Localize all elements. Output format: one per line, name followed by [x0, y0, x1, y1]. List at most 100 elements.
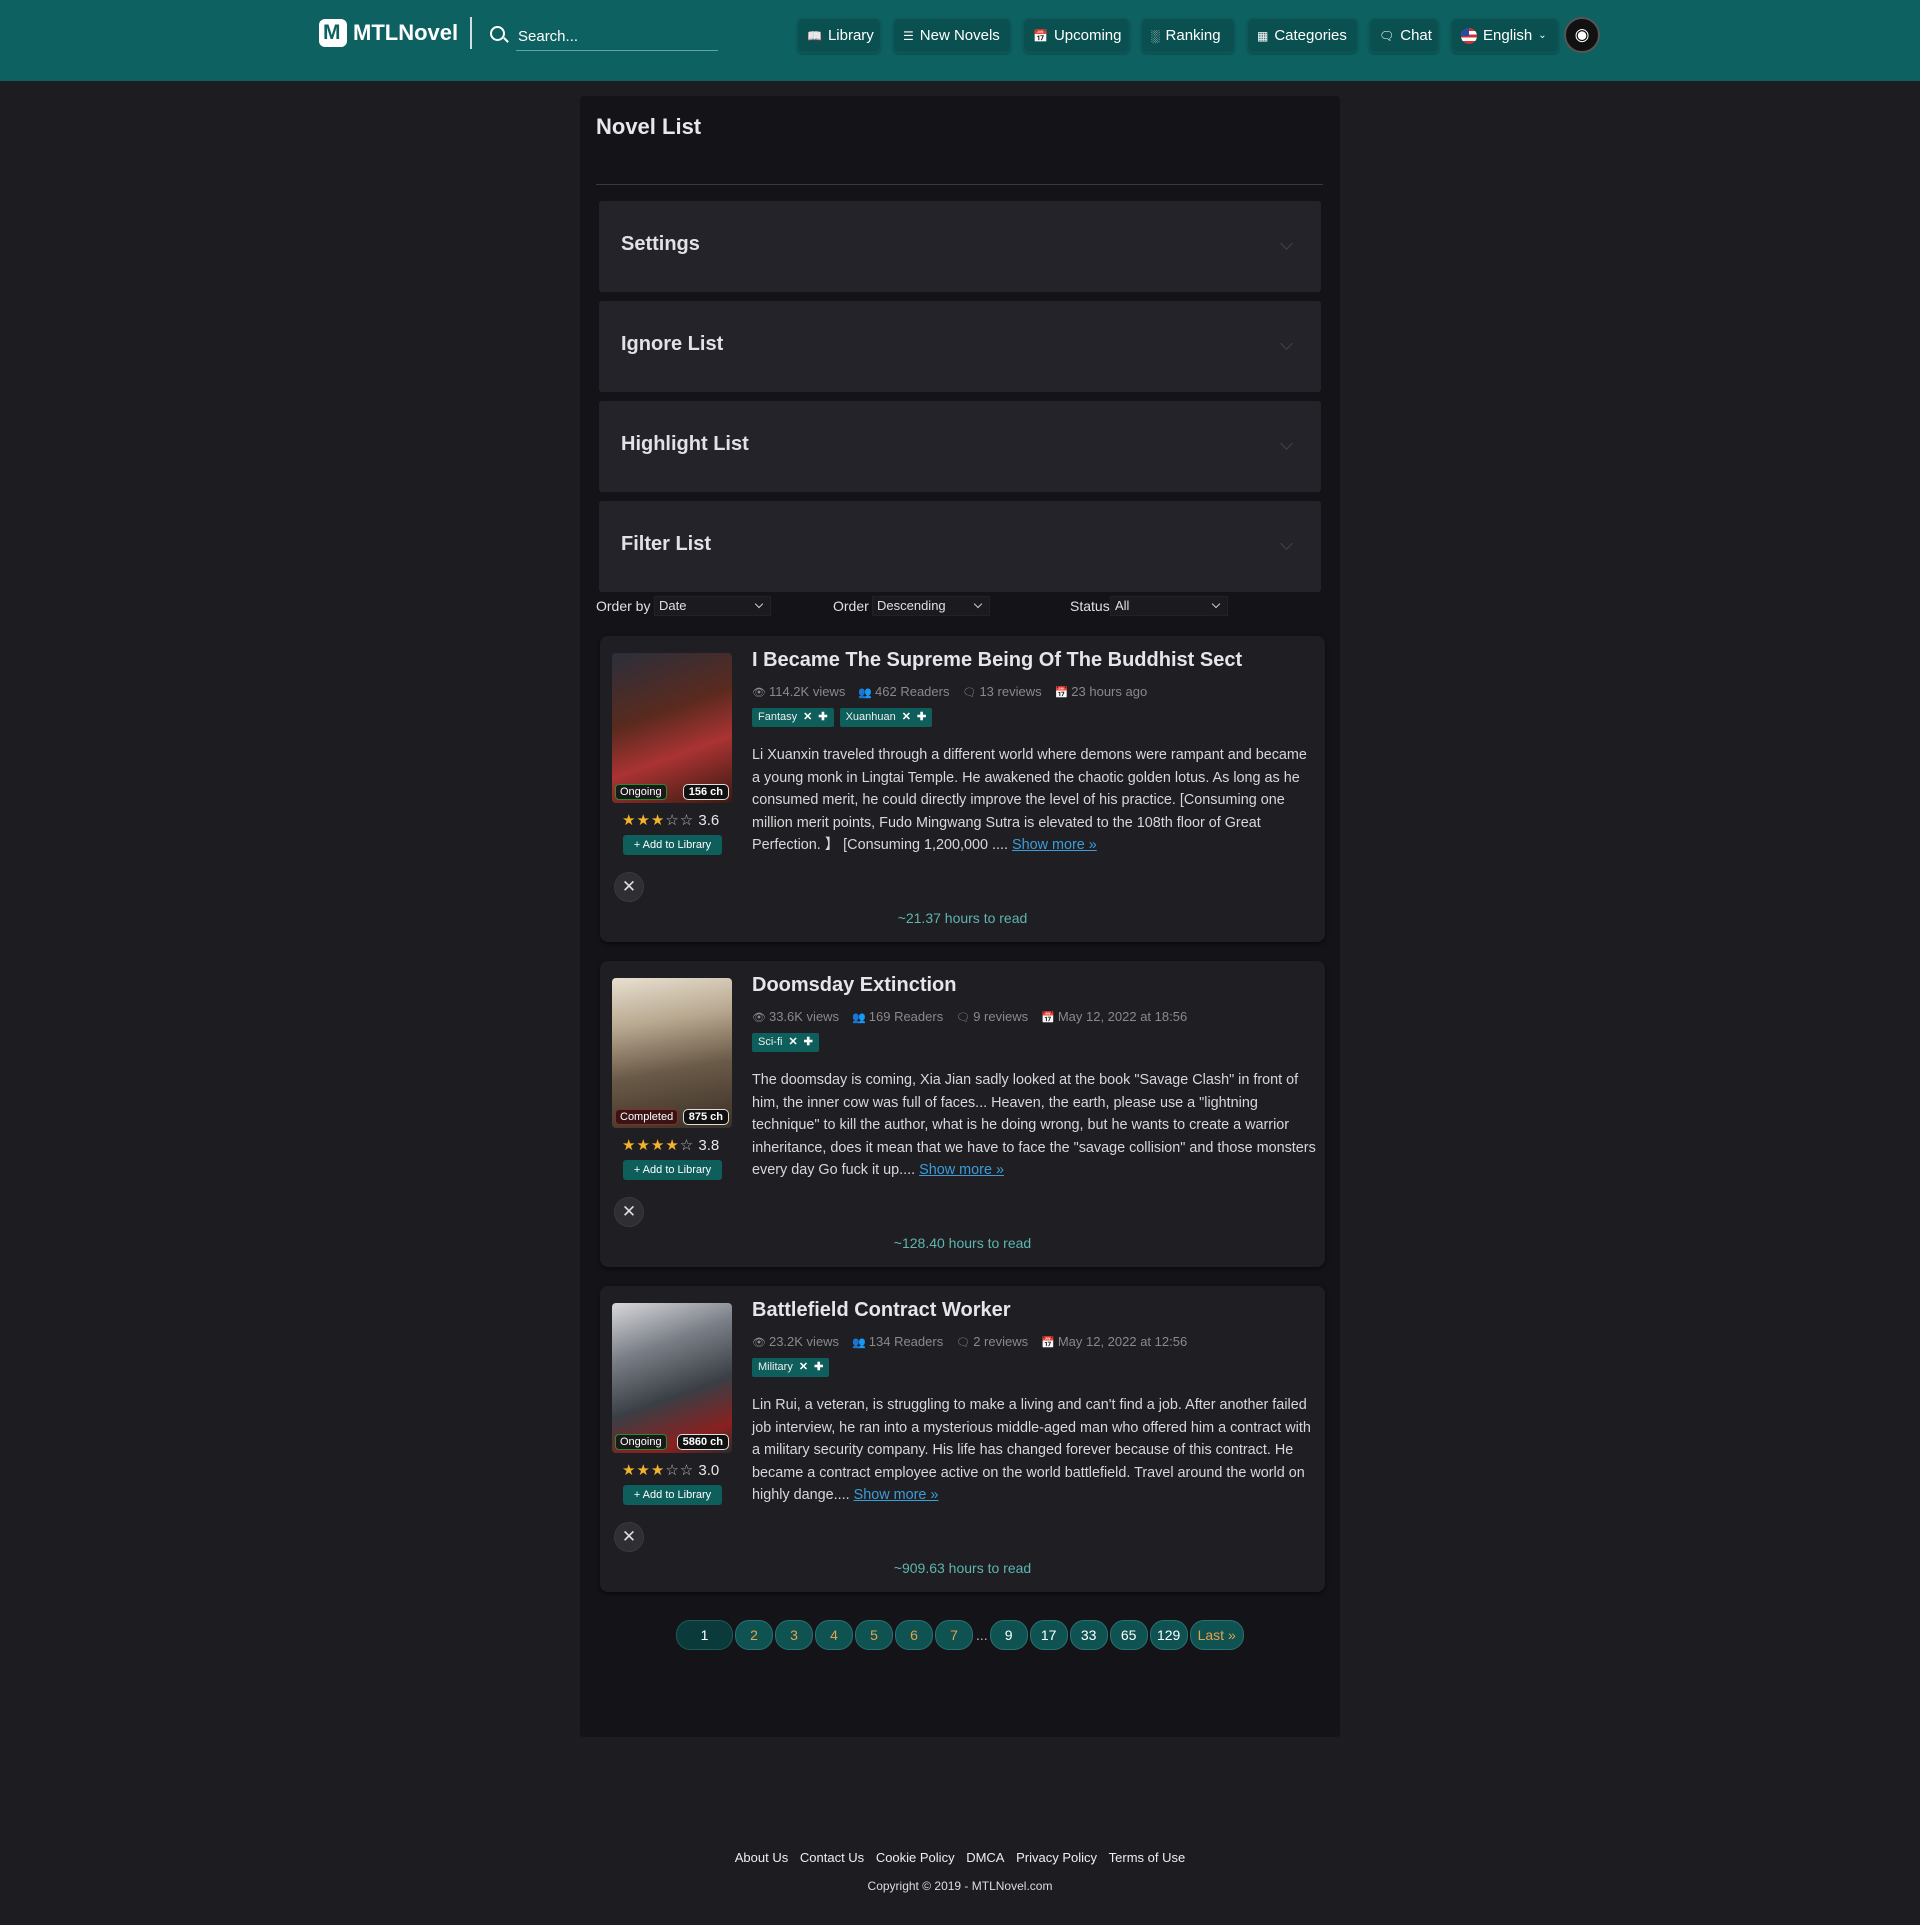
- remove-tag-icon[interactable]: ✕: [799, 1358, 808, 1377]
- accordion-title: Settings: [621, 233, 700, 255]
- novel-title[interactable]: Battlefield Contract Worker: [752, 1299, 1011, 1322]
- status-badge: Ongoing: [615, 784, 667, 800]
- add-tag-icon[interactable]: ✚: [917, 708, 926, 727]
- page-link[interactable]: 33: [1069, 1620, 1108, 1650]
- ignore-novel-button[interactable]: ✕: [614, 872, 644, 902]
- genre-tag[interactable]: Sci-fi ✕ ✚: [752, 1033, 819, 1052]
- novel-card: Ongoing 156 ch ★★★☆☆ 3.6 + Add to Librar…: [600, 636, 1325, 942]
- footer-link-cookie-policy[interactable]: Cookie Policy: [876, 1850, 955, 1865]
- bar-chart-icon: ░: [1151, 28, 1160, 43]
- novel-title[interactable]: Doomsday Extinction: [752, 974, 956, 997]
- nav-ranking[interactable]: ░ Ranking: [1141, 18, 1235, 53]
- readers-stat: 👥 462 Readers: [858, 684, 949, 699]
- page-link[interactable]: 7: [935, 1620, 973, 1650]
- reviews-stat: 🗨 9 reviews: [956, 1009, 1028, 1024]
- novel-cover[interactable]: Completed 875 ch: [612, 978, 732, 1128]
- page-link[interactable]: 4: [815, 1620, 853, 1650]
- order-by-select[interactable]: Date: [654, 596, 771, 616]
- add-tag-icon[interactable]: ✚: [814, 1358, 823, 1377]
- star-rating-icon: ★★★☆☆: [622, 812, 695, 829]
- footer-link-contact[interactable]: Contact Us: [800, 1850, 864, 1865]
- book-icon: 📖: [807, 28, 822, 43]
- add-to-library-button[interactable]: + Add to Library: [623, 1160, 722, 1180]
- nav-chat[interactable]: 🗨 Chat: [1369, 18, 1439, 53]
- remove-tag-icon[interactable]: ✕: [803, 708, 812, 727]
- close-icon: ✕: [621, 1202, 637, 1221]
- readers-text: 134 Readers: [868, 1334, 944, 1349]
- page-link[interactable]: 5: [855, 1620, 893, 1650]
- genre-tag[interactable]: Xuanhuan ✕ ✚: [839, 708, 933, 727]
- remove-tag-icon[interactable]: ✕: [788, 1033, 797, 1052]
- add-tag-icon[interactable]: ✚: [804, 1033, 813, 1052]
- tag-label: Xuanhuan: [845, 711, 896, 723]
- close-icon: ✕: [621, 877, 637, 896]
- page-link[interactable]: 3: [775, 1620, 813, 1650]
- ignore-novel-button[interactable]: ✕: [614, 1522, 644, 1552]
- rating: ★★★☆☆ 3.0: [622, 1461, 719, 1479]
- add-to-library-button[interactable]: + Add to Library: [623, 835, 722, 855]
- status-select[interactable]: All: [1110, 596, 1228, 616]
- users-icon: 👥: [852, 1012, 866, 1024]
- nav-library[interactable]: 📖 Library: [797, 18, 881, 53]
- footer-link-about[interactable]: About Us: [735, 1850, 788, 1865]
- show-more-link[interactable]: Show more »: [1012, 837, 1097, 853]
- page-link[interactable]: 65: [1109, 1620, 1148, 1650]
- calendar-icon: 📅: [1033, 28, 1048, 43]
- order-select[interactable]: Descending: [872, 596, 990, 616]
- reviews-stat: 🗨 2 reviews: [956, 1334, 1028, 1349]
- readers-text: 169 Readers: [868, 1009, 944, 1024]
- page-link[interactable]: 1: [676, 1620, 733, 1650]
- footer-link-dmca[interactable]: DMCA: [966, 1850, 1004, 1865]
- tag-list: Fantasy ✕ ✚ Xuanhuan ✕ ✚: [752, 708, 933, 727]
- footer-link-terms[interactable]: Terms of Use: [1109, 1850, 1186, 1865]
- remove-tag-icon[interactable]: ✕: [902, 708, 911, 727]
- accordion-highlight-list[interactable]: Highlight List: [599, 401, 1321, 492]
- novel-cover[interactable]: Ongoing 156 ch: [612, 653, 732, 803]
- language-selector[interactable]: English ⌄: [1451, 18, 1559, 53]
- chevron-down-icon: [1280, 237, 1293, 250]
- eye-icon: 👁: [752, 687, 766, 699]
- user-avatar[interactable]: ◉: [1564, 17, 1600, 53]
- accordion-ignore-list[interactable]: Ignore List: [599, 301, 1321, 392]
- description-text: Lin Rui, a veteran, is struggling to mak…: [752, 1397, 1311, 1503]
- page-link[interactable]: 6: [895, 1620, 933, 1650]
- novel-meta: 👁 114.2K views 👥 462 Readers 🗨 13 reviews 📅…: [752, 684, 1147, 699]
- views-text: 114.2K views: [768, 684, 846, 699]
- add-tag-icon[interactable]: ✚: [818, 708, 827, 727]
- page-link[interactable]: 129: [1149, 1620, 1188, 1650]
- pagination-ellipsis: ...: [976, 1627, 988, 1643]
- tag-label: Fantasy: [758, 711, 798, 723]
- calendar-icon: 📅: [1041, 1337, 1055, 1349]
- last-page-link[interactable]: Last »: [1189, 1620, 1244, 1650]
- page-link[interactable]: 9: [989, 1620, 1028, 1650]
- nav-label: Library: [827, 27, 874, 44]
- comment-icon: 🗨: [962, 687, 977, 699]
- top-navigation-bar: MTLNovel 📖 Library ☰ New Novels 📅 Upcomi…: [0, 0, 1920, 81]
- footer-links: About Us Contact Us Cookie Policy DMCA P…: [0, 1850, 1920, 1865]
- ignore-novel-button[interactable]: ✕: [614, 1197, 644, 1227]
- accordion-settings[interactable]: Settings: [599, 201, 1321, 292]
- show-more-link[interactable]: Show more »: [854, 1487, 939, 1503]
- avatar-icon: ◉: [1574, 25, 1590, 44]
- page-link[interactable]: 17: [1029, 1620, 1068, 1650]
- tag-label: Military: [758, 1361, 793, 1373]
- genre-tag[interactable]: Military ✕ ✚: [752, 1358, 830, 1377]
- reviews-text: 13 reviews: [979, 684, 1042, 699]
- page-link[interactable]: 2: [735, 1620, 773, 1650]
- footer-link-privacy-policy[interactable]: Privacy Policy: [1016, 1850, 1097, 1865]
- read-time: ~21.37 hours to read: [897, 910, 1028, 926]
- nav-label: English: [1483, 27, 1533, 44]
- site-logo[interactable]: MTLNovel: [319, 18, 458, 48]
- add-to-library-button[interactable]: + Add to Library: [623, 1485, 722, 1505]
- nav-upcoming[interactable]: 📅 Upcoming: [1023, 18, 1130, 53]
- novel-cover[interactable]: Ongoing 5860 ch: [612, 1303, 732, 1453]
- genre-tag[interactable]: Fantasy ✕ ✚: [752, 708, 834, 727]
- chat-icon: 🗨: [1379, 28, 1395, 43]
- search-input[interactable]: [516, 22, 718, 51]
- accordion-filter-list[interactable]: Filter List: [599, 501, 1321, 592]
- show-more-link[interactable]: Show more »: [919, 1162, 1004, 1178]
- nav-categories[interactable]: ▦ Categories: [1247, 18, 1358, 53]
- novel-title[interactable]: I Became The Supreme Being Of The Buddhi…: [752, 649, 1242, 672]
- nav-new-novels[interactable]: ☰ New Novels: [893, 18, 1011, 53]
- chapter-count-badge: 5860 ch: [676, 1434, 729, 1450]
